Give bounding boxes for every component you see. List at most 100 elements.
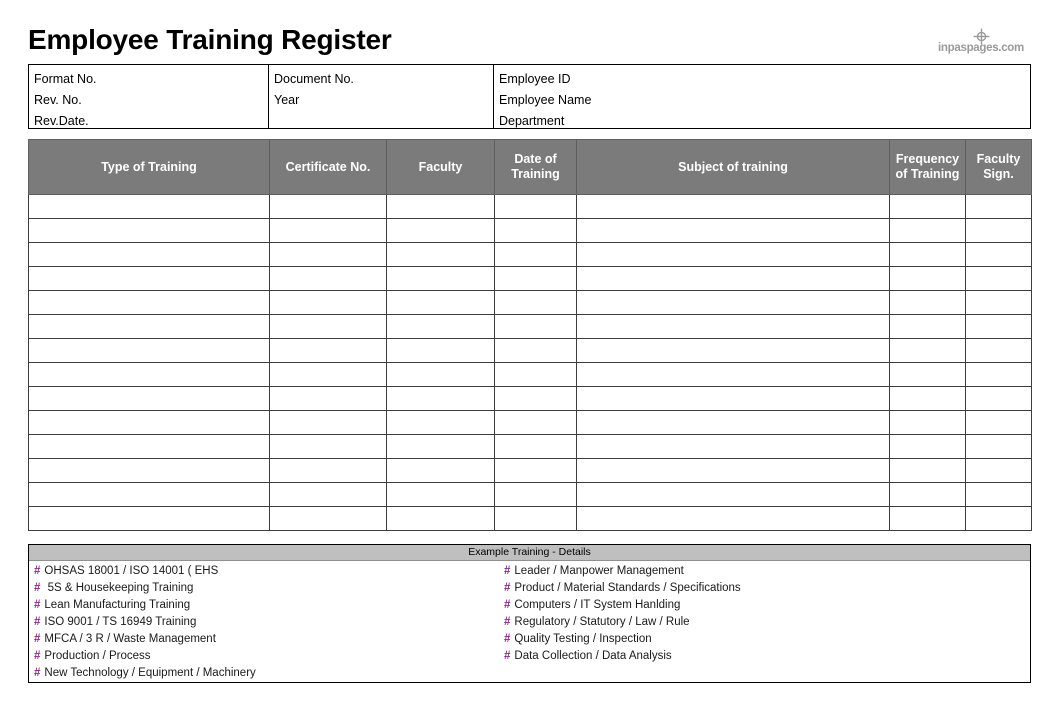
cell-frequency-of-training[interactable] xyxy=(889,482,966,507)
cell-faculty[interactable] xyxy=(386,362,495,387)
cell-subject-of-training[interactable] xyxy=(576,290,890,315)
cell-date-of-training[interactable] xyxy=(494,506,577,531)
cell-date-of-training[interactable] xyxy=(494,386,577,411)
cell-type-of-training[interactable] xyxy=(28,362,270,387)
cell-certificate-no[interactable] xyxy=(269,266,387,291)
cell-type-of-training[interactable] xyxy=(28,506,270,531)
cell-faculty-sign[interactable] xyxy=(965,242,1032,267)
cell-type-of-training[interactable] xyxy=(28,386,270,411)
cell-date-of-training[interactable] xyxy=(494,434,577,459)
cell-certificate-no[interactable] xyxy=(269,434,387,459)
cell-faculty-sign[interactable] xyxy=(965,434,1032,459)
cell-type-of-training[interactable] xyxy=(28,290,270,315)
cell-faculty[interactable] xyxy=(386,458,495,483)
cell-faculty[interactable] xyxy=(386,266,495,291)
cell-subject-of-training[interactable] xyxy=(576,314,890,339)
cell-date-of-training[interactable] xyxy=(494,194,577,219)
cell-subject-of-training[interactable] xyxy=(576,362,890,387)
cell-frequency-of-training[interactable] xyxy=(889,218,966,243)
cell-date-of-training[interactable] xyxy=(494,458,577,483)
cell-frequency-of-training[interactable] xyxy=(889,410,966,435)
cell-type-of-training[interactable] xyxy=(28,266,270,291)
cell-subject-of-training[interactable] xyxy=(576,386,890,411)
cell-subject-of-training[interactable] xyxy=(576,338,890,363)
cell-date-of-training[interactable] xyxy=(494,290,577,315)
cell-certificate-no[interactable] xyxy=(269,458,387,483)
info-label-year: Year xyxy=(274,93,300,107)
cell-certificate-no[interactable] xyxy=(269,218,387,243)
cell-type-of-training[interactable] xyxy=(28,242,270,267)
cell-date-of-training[interactable] xyxy=(494,410,577,435)
cell-faculty-sign[interactable] xyxy=(965,482,1032,507)
cell-subject-of-training[interactable] xyxy=(576,434,890,459)
cell-type-of-training[interactable] xyxy=(28,434,270,459)
cell-certificate-no[interactable] xyxy=(269,242,387,267)
cell-certificate-no[interactable] xyxy=(269,290,387,315)
cell-frequency-of-training[interactable] xyxy=(889,458,966,483)
cell-certificate-no[interactable] xyxy=(269,194,387,219)
cell-subject-of-training[interactable] xyxy=(576,458,890,483)
cell-type-of-training[interactable] xyxy=(28,338,270,363)
info-label-rev-no: Rev. No. xyxy=(34,93,82,107)
cell-certificate-no[interactable] xyxy=(269,410,387,435)
cell-faculty[interactable] xyxy=(386,314,495,339)
cell-faculty-sign[interactable] xyxy=(965,314,1032,339)
cell-faculty-sign[interactable] xyxy=(965,506,1032,531)
cell-type-of-training[interactable] xyxy=(28,314,270,339)
cell-subject-of-training[interactable] xyxy=(576,218,890,243)
cell-frequency-of-training[interactable] xyxy=(889,506,966,531)
cell-faculty-sign[interactable] xyxy=(965,410,1032,435)
cell-faculty[interactable] xyxy=(386,194,495,219)
cell-faculty[interactable] xyxy=(386,386,495,411)
cell-faculty-sign[interactable] xyxy=(965,362,1032,387)
cell-frequency-of-training[interactable] xyxy=(889,194,966,219)
cell-type-of-training[interactable] xyxy=(28,458,270,483)
cell-certificate-no[interactable] xyxy=(269,314,387,339)
cell-frequency-of-training[interactable] xyxy=(889,386,966,411)
cell-certificate-no[interactable] xyxy=(269,506,387,531)
cell-faculty[interactable] xyxy=(386,434,495,459)
cell-faculty-sign[interactable] xyxy=(965,266,1032,291)
cell-faculty-sign[interactable] xyxy=(965,338,1032,363)
cell-type-of-training[interactable] xyxy=(28,410,270,435)
cell-date-of-training[interactable] xyxy=(494,482,577,507)
cell-subject-of-training[interactable] xyxy=(576,194,890,219)
cell-faculty-sign[interactable] xyxy=(965,290,1032,315)
cell-faculty[interactable] xyxy=(386,410,495,435)
cell-subject-of-training[interactable] xyxy=(576,242,890,267)
cell-date-of-training[interactable] xyxy=(494,218,577,243)
cell-type-of-training[interactable] xyxy=(28,482,270,507)
cell-frequency-of-training[interactable] xyxy=(889,338,966,363)
cell-subject-of-training[interactable] xyxy=(576,506,890,531)
cell-faculty-sign[interactable] xyxy=(965,458,1032,483)
cell-frequency-of-training[interactable] xyxy=(889,242,966,267)
cell-faculty[interactable] xyxy=(386,506,495,531)
cell-faculty[interactable] xyxy=(386,290,495,315)
cell-faculty-sign[interactable] xyxy=(965,194,1032,219)
cell-subject-of-training[interactable] xyxy=(576,482,890,507)
cell-certificate-no[interactable] xyxy=(269,386,387,411)
cell-frequency-of-training[interactable] xyxy=(889,362,966,387)
cell-date-of-training[interactable] xyxy=(494,338,577,363)
cell-faculty[interactable] xyxy=(386,482,495,507)
cell-certificate-no[interactable] xyxy=(269,482,387,507)
cell-frequency-of-training[interactable] xyxy=(889,266,966,291)
cell-faculty[interactable] xyxy=(386,218,495,243)
cell-faculty[interactable] xyxy=(386,242,495,267)
cell-date-of-training[interactable] xyxy=(494,242,577,267)
cell-date-of-training[interactable] xyxy=(494,266,577,291)
cell-subject-of-training[interactable] xyxy=(576,266,890,291)
cell-date-of-training[interactable] xyxy=(494,314,577,339)
cell-frequency-of-training[interactable] xyxy=(889,434,966,459)
cell-frequency-of-training[interactable] xyxy=(889,290,966,315)
cell-date-of-training[interactable] xyxy=(494,362,577,387)
cell-certificate-no[interactable] xyxy=(269,338,387,363)
cell-subject-of-training[interactable] xyxy=(576,410,890,435)
cell-type-of-training[interactable] xyxy=(28,194,270,219)
cell-frequency-of-training[interactable] xyxy=(889,314,966,339)
cell-certificate-no[interactable] xyxy=(269,362,387,387)
cell-faculty-sign[interactable] xyxy=(965,386,1032,411)
cell-faculty-sign[interactable] xyxy=(965,218,1032,243)
cell-faculty[interactable] xyxy=(386,338,495,363)
cell-type-of-training[interactable] xyxy=(28,218,270,243)
